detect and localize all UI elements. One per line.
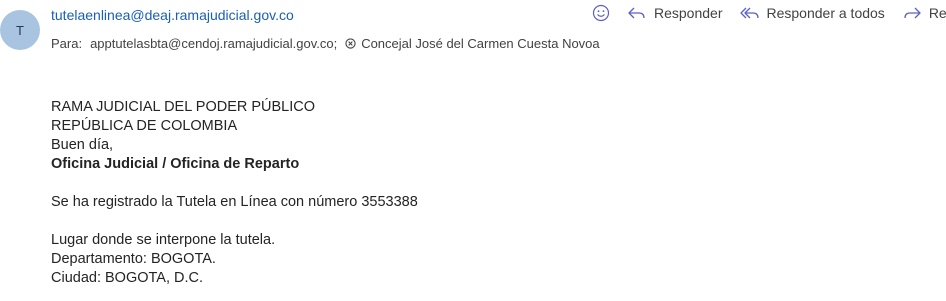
sender-email[interactable]: tutelaenlinea@deaj.ramajudicial.gov.co (51, 7, 294, 23)
body-line-department: Departamento: BOGOTA. (51, 251, 216, 267)
reply-icon (628, 7, 645, 19)
email-reading-pane: T tutelaenlinea@deaj.ramajudicial.gov.co… (0, 0, 946, 301)
recipient-2[interactable]: Concejal José del Carmen Cuesta Novoa (345, 36, 600, 51)
forward-button[interactable]: Ree (902, 5, 946, 21)
body-line-city: Ciudad: BOGOTA, D.C. (51, 270, 204, 286)
body-line-office: Oficina Judicial / Oficina de Reparto (51, 156, 300, 172)
smiley-icon (592, 4, 610, 22)
recipients-line: Para: apptutelasbta@cendoj.ramajudicial.… (51, 36, 600, 51)
reply-label: Responder (654, 5, 723, 21)
forward-icon (904, 7, 921, 19)
remove-recipient-icon[interactable] (345, 38, 356, 49)
to-label: Para: (51, 36, 83, 51)
reply-button[interactable]: Responder (627, 5, 723, 21)
body-line-country: REPÚBLICA DE COLOMBIA (51, 118, 238, 134)
body-line-registration: Se ha registrado la Tutela en Línea con … (51, 194, 418, 210)
recipient-1[interactable]: apptutelasbta@cendoj.ramajudicial.gov.co… (90, 36, 337, 51)
reply-all-button[interactable]: Responder a todos (739, 5, 885, 21)
body-line-institution: RAMA JUDICIAL DEL PODER PÚBLICO (51, 99, 316, 115)
recipient-2-name: Concejal José del Carmen Cuesta Novoa (361, 36, 600, 51)
avatar-initial: T (16, 22, 24, 38)
body-line-greeting: Buen día, (51, 137, 114, 153)
reply-all-label: Responder a todos (766, 5, 885, 21)
forward-label: Ree (928, 5, 946, 21)
reaction-button[interactable] (592, 4, 610, 22)
sender-avatar[interactable]: T (0, 10, 40, 50)
body-line-place-heading: Lugar donde se interpone la tutela. (51, 232, 276, 248)
message-body: RAMA JUDICIAL DEL PODER PÚBLICO REPÚBLIC… (51, 98, 418, 288)
message-actions: Responder Responder a todos Ree (592, 4, 946, 22)
reply-all-icon (739, 7, 759, 19)
